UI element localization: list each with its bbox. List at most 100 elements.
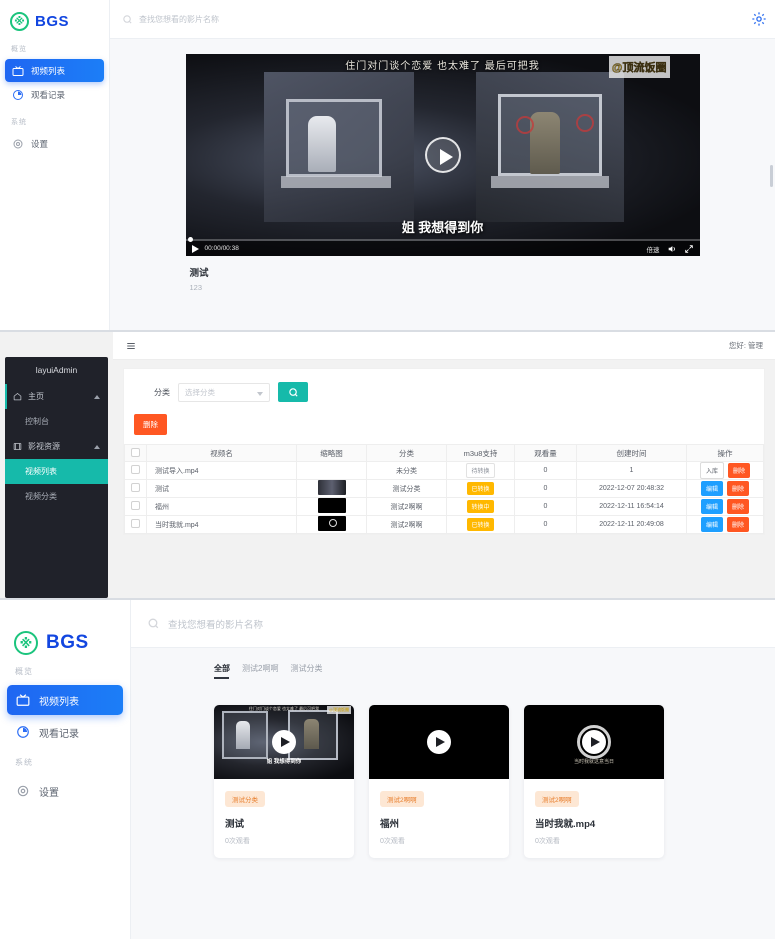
filter-bar: 分类 选择分类 — [124, 369, 764, 402]
sidebar-item-watch-history[interactable]: 观看记录 — [7, 717, 123, 747]
admin-nav-console[interactable]: 控制台 — [5, 409, 108, 434]
status-badge: 已转换 — [467, 518, 494, 531]
card-body: 测试2啊啊 当时我就.mp4 0次观看 — [524, 779, 664, 858]
cell-views: 0 — [514, 461, 577, 480]
col-thumb: 缩略图 — [296, 444, 367, 462]
delete-button[interactable]: 删除 — [727, 463, 750, 478]
col-checkbox — [124, 444, 147, 462]
admin-header: 您好: 管理 — [113, 332, 775, 360]
row-checkbox-cell — [124, 461, 147, 480]
category-tag: 测试分类 — [225, 791, 265, 807]
sidebar-item-label: 设置 — [31, 138, 49, 149]
chevron-up-icon — [94, 444, 100, 449]
search-button[interactable] — [278, 382, 308, 402]
col-name: 视频名 — [146, 444, 297, 462]
speed-button[interactable]: 倍速 — [647, 244, 660, 254]
tab-all[interactable]: 全部 — [214, 663, 230, 679]
list-sidebar: ※ BGS 概览 视频列表 观看记录 系统 设置 — [0, 600, 131, 939]
edit-button[interactable]: 编辑 — [701, 481, 724, 496]
sidebar-item-settings[interactable]: 设置 — [5, 132, 104, 155]
delete-button[interactable]: 删除 — [726, 481, 749, 496]
delete-button[interactable]: 删除 — [726, 517, 749, 532]
admin-nav-label: 控制台 — [25, 417, 49, 426]
play-icon[interactable] — [582, 730, 606, 754]
admin-nav-label: 视频分类 — [25, 492, 57, 501]
player-controls[interactable]: 00:00/00:38 倍速 — [185, 237, 700, 256]
category-tag: 测试2啊啊 — [380, 791, 424, 807]
cell-m3u8: 转换中 — [446, 497, 515, 516]
search-bar[interactable]: 查找您想看的影片名称 — [110, 0, 775, 39]
video-subtitle: 姐 我想得到你 — [401, 220, 484, 235]
video-ledge-right — [490, 176, 609, 188]
player-page-panel: ※ BGS 概览 视频列表 观看记录 系统 设置 查找您想看的影片名称 住门对门… — [0, 0, 775, 330]
fullscreen-icon[interactable] — [684, 244, 694, 254]
card-thumbnail[interactable] — [369, 705, 509, 779]
cell-m3u8: 已转换 — [446, 479, 515, 498]
video-card[interactable]: 住门对门谈个恋爱 也太难了 最后可把我 @顶流饭圈 姐 我想得到你 测试分类 测… — [214, 705, 354, 858]
progress-handle[interactable] — [187, 237, 193, 242]
play-icon[interactable] — [424, 137, 461, 173]
progress-track[interactable] — [185, 239, 700, 241]
settings-gear-icon[interactable] — [751, 11, 767, 27]
tab-test-category[interactable]: 测试分类 — [290, 663, 322, 679]
edit-button[interactable]: 编辑 — [701, 499, 724, 514]
cell-created: 2022-12-11 16:54:14 — [576, 497, 687, 516]
admin-nav-home[interactable]: 主页 — [5, 384, 108, 409]
brand-name: BGS — [35, 12, 70, 30]
home-icon — [13, 393, 22, 401]
video-meta: 测试 123 — [186, 256, 700, 292]
card-thumbnail[interactable]: 住门对门谈个恋爱 也太难了 最后可把我 @顶流饭圈 姐 我想得到你 — [214, 705, 354, 779]
table-row[interactable]: 测试导入.mp4 未分类 待转换 0 1 入库 删除 — [124, 461, 764, 480]
admin-nav-video-list[interactable]: 视频列表 — [5, 459, 108, 484]
cell-thumb — [296, 497, 367, 516]
cell-views: 0 — [514, 479, 577, 498]
sidebar-item-settings[interactable]: 设置 — [7, 776, 123, 806]
row-checkbox[interactable] — [131, 465, 140, 474]
batch-delete-button[interactable]: 删除 — [134, 414, 167, 435]
delete-button[interactable]: 删除 — [726, 499, 749, 514]
table-row[interactable]: 福州 测试2啊啊 转换中 0 2022-12-11 16:54:14 编辑 删除 — [124, 497, 764, 516]
row-checkbox-cell — [124, 479, 147, 498]
video-card[interactable]: 测试2啊啊 福州 0次观看 — [369, 705, 509, 858]
play-icon[interactable] — [272, 730, 296, 754]
row-checkbox[interactable] — [131, 501, 140, 510]
play-button[interactable] — [191, 244, 199, 253]
player-wrapper: 住门对门谈个恋爱 也太难了 最后可把我 @顶流饭圈 姐 我想得到你 00:00/… — [110, 39, 775, 292]
cell-actions: 编辑 删除 — [686, 479, 764, 498]
thumbnail-ring — [328, 519, 337, 527]
category-select[interactable]: 选择分类 — [178, 382, 270, 402]
cell-created: 2022-12-07 20:48:32 — [576, 479, 687, 498]
row-checkbox[interactable] — [131, 519, 140, 528]
hamburger-icon[interactable] — [125, 341, 137, 351]
card-thumbnail[interactable]: 当时我就这意当日 — [524, 705, 664, 779]
sidebar-item-watch-history[interactable]: 观看记录 — [5, 83, 104, 106]
search-input[interactable]: 查找您想看的影片名称 — [168, 617, 263, 631]
tab-test2[interactable]: 测试2啊啊 — [242, 663, 278, 679]
search-input[interactable]: 查找您想看的影片名称 — [139, 14, 219, 25]
table-row[interactable]: 当时我就.mp4 测试2啊啊 已转换 0 2022-12-11 20:49:08 — [124, 515, 764, 534]
admin-nav-video-category[interactable]: 视频分类 — [5, 484, 108, 509]
row-checkbox[interactable] — [131, 483, 140, 492]
sidebar-item-video-list[interactable]: 视频列表 — [5, 59, 104, 82]
gear-icon — [17, 785, 29, 797]
card-body: 测试分类 测试 0次观看 — [214, 779, 354, 858]
admin-nav-label: 主页 — [28, 392, 44, 401]
volume-icon[interactable] — [667, 244, 677, 254]
scrollbar[interactable] — [770, 165, 773, 187]
play-icon[interactable] — [427, 730, 451, 754]
player-sidebar: ※ BGS 概览 视频列表 观看记录 系统 设置 — [0, 0, 110, 330]
cell-name: 当时我就.mp4 — [146, 515, 297, 534]
select-all-checkbox[interactable] — [131, 447, 140, 457]
card-title: 测试 — [225, 819, 245, 830]
video-card[interactable]: 当时我就这意当日 测试2啊啊 当时我就.mp4 0次观看 — [524, 705, 664, 858]
user-greeting[interactable]: 您好: 管理 — [729, 340, 763, 351]
search-bar[interactable]: 查找您想看的影片名称 — [131, 600, 775, 648]
sidebar-item-video-list[interactable]: 视频列表 — [7, 685, 123, 715]
import-button[interactable]: 入库 — [700, 462, 725, 479]
table-row[interactable]: 测试 测试分类 已转换 0 2022-12-07 20:48:32 编辑 删除 — [124, 479, 764, 498]
edit-button[interactable]: 编辑 — [701, 517, 724, 532]
row-checkbox-cell — [124, 497, 147, 516]
cell-thumb — [296, 515, 367, 534]
video-player[interactable]: 住门对门谈个恋爱 也太难了 最后可把我 @顶流饭圈 姐 我想得到你 00:00/… — [185, 54, 700, 256]
admin-nav-media[interactable]: 影视资源 — [5, 434, 108, 459]
